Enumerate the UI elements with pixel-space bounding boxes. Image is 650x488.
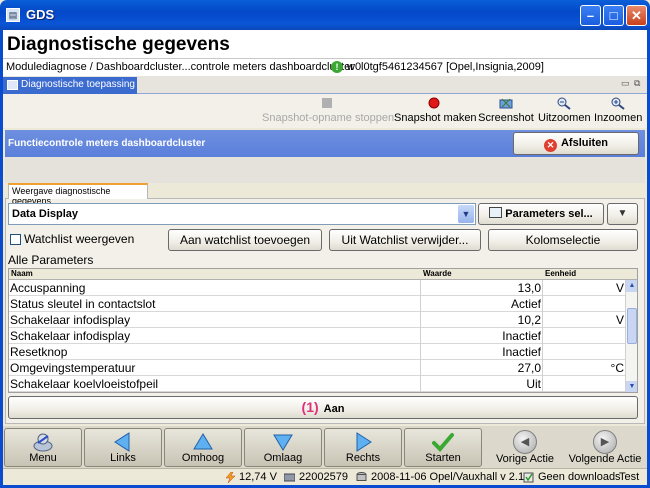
chevron-left-icon: ◀ [513, 430, 537, 454]
scroll-thumb[interactable] [627, 308, 637, 344]
tab-diagnostic-application[interactable]: Diagnostische toepassing [3, 77, 137, 94]
menu-icon [33, 433, 53, 452]
function-title: Functiecontrole meters dashboardcluster [8, 138, 206, 149]
page-title: Diagnostische gegevens [7, 34, 230, 55]
application-icon [7, 80, 18, 90]
chevron-right-icon: ▶ [593, 430, 617, 454]
action-number: (1) [301, 399, 319, 415]
column-selection-button[interactable]: Kolomselectie [488, 229, 638, 251]
chevron-down-icon[interactable]: ▼ [458, 205, 474, 223]
remove-from-watchlist-button[interactable]: Uit Watchlist verwijder... [329, 229, 481, 251]
window-titlebar: ▤ GDS – □ ✕ [0, 0, 650, 30]
parameters-table: Naam Waarde Eenheid Accuspanning 13,0 V … [8, 268, 638, 393]
arrow-up-icon [193, 433, 213, 450]
parameters-dropdown-button[interactable]: ▼ [607, 203, 638, 225]
close-icon: ✕ [543, 139, 557, 152]
column-header-value[interactable]: Waarde [423, 269, 452, 278]
arrow-down-icon [273, 434, 293, 451]
battery-voltage: 12,74 V [239, 471, 277, 483]
vehicle-status-icon: ! [331, 61, 343, 73]
downloads-status: Geen downloads [538, 471, 621, 483]
table-row[interactable]: Status sleutel in contactslot Actief [9, 296, 625, 312]
app-tab-strip: Diagnostische toepassing ▭ ⧉ [3, 76, 647, 94]
database-icon [356, 472, 367, 481]
menu-button[interactable]: Menu [4, 428, 82, 467]
download-icon [523, 472, 534, 483]
column-header-name[interactable]: Naam [11, 269, 33, 278]
arrow-left-icon [114, 432, 130, 452]
record-icon [428, 97, 440, 109]
next-action-button[interactable]: ▶ Volgende Actie [566, 428, 644, 467]
snapshot-stop-button[interactable]: Snapshot-opname stoppen [262, 97, 394, 127]
watchlist-checkbox[interactable] [10, 234, 21, 245]
previous-action-button[interactable]: ◀ Vorige Actie [486, 428, 564, 467]
window-title: GDS [26, 7, 55, 22]
table-scrollbar[interactable]: ▲ ▼ [625, 280, 637, 392]
minimize-panel-icon[interactable]: ▭ [621, 78, 630, 89]
table-header: Naam Waarde Eenheid [9, 269, 637, 280]
breadcrumb-bar: Modulediagnose / Dashboardcluster...cont… [3, 58, 647, 76]
minimize-button[interactable]: – [580, 5, 601, 26]
tab-data-display[interactable]: Weergave diagnostische gegevens [8, 183, 148, 206]
column-header-unit[interactable]: Eenheid [545, 269, 576, 278]
close-function-button[interactable]: ✕ Afsluiten [513, 132, 639, 155]
stop-icon [322, 98, 332, 108]
table-row[interactable]: Schakelaar infodisplay 10,2 V [9, 312, 625, 328]
zoom-in-icon [611, 97, 625, 110]
function-sub-area [5, 157, 645, 183]
maximize-button[interactable]: □ [603, 5, 624, 26]
device-icon [284, 473, 295, 482]
parameters-icon [489, 207, 503, 218]
display-select[interactable]: Data Display ▼ [8, 203, 476, 225]
table-row[interactable]: Schakelaar infodisplay Inactief [9, 328, 625, 344]
zoom-out-icon [557, 97, 571, 110]
start-button[interactable]: Starten [404, 428, 482, 467]
lightning-icon [225, 472, 236, 483]
screenshot-button[interactable]: Screenshot [476, 97, 536, 127]
chevron-down-icon: ▼ [617, 208, 628, 219]
tab-label: Diagnostische toepassing [21, 79, 135, 90]
vehicle-vin: w0l0tgf5461234567 [Opel,Insignia,2009] [347, 61, 544, 73]
parameters-select-button[interactable]: Parameters sel... [478, 203, 604, 225]
restore-panel-icon[interactable]: ⧉ [634, 78, 640, 89]
device-id: 22002579 [299, 471, 348, 483]
mode-status: Test [619, 471, 640, 483]
table-row[interactable]: Schakelaar koelvloeistofpeil Uit [9, 376, 625, 392]
table-row[interactable]: Resetknop Inactief [9, 344, 625, 360]
right-button[interactable]: Rechts [324, 428, 402, 467]
aan-action-button[interactable]: (1) Aan [8, 396, 638, 419]
app-icon: ▤ [6, 8, 20, 22]
snapshot-make-button[interactable]: Snapshot maken [394, 97, 477, 127]
section-title: Alle Parameters [8, 253, 94, 267]
zoom-in-button[interactable]: Inzoomen [594, 97, 642, 127]
add-to-watchlist-button[interactable]: Aan watchlist toevoegen [168, 229, 322, 251]
scroll-up-icon[interactable]: ▲ [626, 280, 637, 292]
watchlist-checkbox-label: Watchlist weergeven [24, 232, 135, 246]
screenshot-icon [499, 98, 513, 109]
checkmark-icon [432, 433, 454, 452]
zoom-out-button[interactable]: Uitzoomen [538, 97, 591, 127]
table-row[interactable]: Omgevingstemperatuur 27,0 °C [9, 360, 625, 376]
down-button[interactable]: Omlaag [244, 428, 322, 467]
function-bar: Functiecontrole meters dashboardcluster … [5, 130, 645, 157]
up-button[interactable]: Omhoog [164, 428, 242, 467]
close-window-button[interactable]: ✕ [626, 5, 647, 26]
table-row[interactable]: Accuspanning 13,0 V [9, 280, 625, 296]
left-button[interactable]: Links [84, 428, 162, 467]
scroll-down-icon[interactable]: ▼ [626, 381, 637, 392]
software-version: 2008-11-06 Opel/Vauxhall v 2.1 [371, 471, 525, 483]
breadcrumb: Modulediagnose / Dashboardcluster...cont… [6, 61, 354, 73]
status-bar: 12,74 V 22002579 2008-11-06 Opel/Vauxhal… [3, 468, 647, 485]
arrow-right-icon [356, 432, 372, 452]
